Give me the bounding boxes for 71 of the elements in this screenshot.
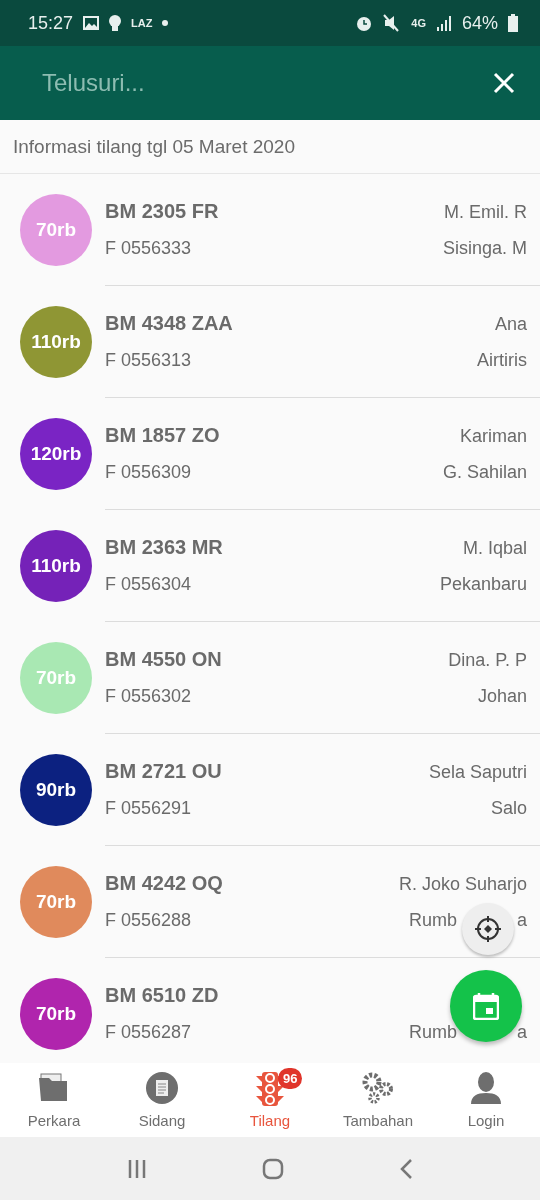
- nav-tab[interactable]: Tambahan: [324, 1063, 432, 1137]
- bulb-icon: [109, 14, 122, 32]
- clock: 15:27: [28, 12, 74, 34]
- ticket-number: F 0556302: [105, 686, 192, 707]
- close-button[interactable]: [480, 46, 540, 120]
- document-icon: [146, 1071, 178, 1104]
- traffic-light-icon: [256, 1071, 284, 1106]
- location-text: Rumb: [408, 1022, 457, 1043]
- fine-amount-badge: 110rb: [20, 530, 92, 602]
- ticket-number: F 0556333: [105, 238, 192, 259]
- ticket-number: F 0556287: [105, 1022, 192, 1043]
- person-icon: [471, 1071, 501, 1104]
- offender-name: Dina. P. P: [448, 650, 527, 671]
- ticket-number: F 0556304: [105, 574, 192, 595]
- plate-number[interactable]: BM 4242 OQ: [105, 872, 223, 895]
- search-field[interactable]: Telusuri...: [0, 46, 480, 120]
- back-icon[interactable]: [398, 1157, 413, 1180]
- close-icon: [492, 71, 516, 95]
- ticket-number: F 0556309: [105, 462, 192, 483]
- calendar-icon: [473, 992, 499, 1020]
- plate-number[interactable]: BM 1857 ZO: [105, 424, 220, 447]
- ticket-number: F 0556291: [105, 798, 192, 819]
- crosshair-icon: [473, 914, 503, 944]
- location-text: a: [517, 1022, 527, 1043]
- offender-name: M. Iqbal: [462, 538, 527, 559]
- battery-icon: [508, 14, 518, 32]
- nav-tab[interactable]: Login: [432, 1063, 540, 1137]
- home-icon[interactable]: [262, 1157, 284, 1180]
- location-text: Airtiris: [477, 350, 527, 371]
- mute-icon: [383, 14, 402, 32]
- plate-number[interactable]: BM 2721 OU: [105, 760, 222, 783]
- nav-tab[interactable]: 96 Tilang: [216, 1063, 324, 1137]
- network-label: 4G: [411, 17, 426, 29]
- nav-tab[interactable]: Sidang: [108, 1063, 216, 1137]
- alarm-icon: [355, 14, 374, 32]
- fine-amount-badge: 70rb: [20, 642, 92, 714]
- recent-apps-icon[interactable]: [127, 1158, 148, 1179]
- dot-icon: [162, 20, 169, 26]
- plate-number[interactable]: BM 4550 ON: [105, 648, 222, 671]
- date-heading: Informasi tilang tgl 05 Maret 2020: [13, 135, 295, 158]
- location-text: Salo: [490, 798, 527, 819]
- fine-amount-badge: 70rb: [20, 194, 92, 266]
- offender-name: M. Emil. R: [444, 202, 527, 223]
- location-text: Pekanbaru: [439, 574, 527, 595]
- ticket-number: F 0556313: [105, 350, 192, 371]
- offender-name: R. Joko Suharjo: [398, 874, 527, 895]
- gears-icon: [361, 1071, 395, 1104]
- fine-amount-badge: 70rb: [20, 866, 92, 938]
- plate-number[interactable]: BM 2363 MR: [105, 536, 223, 559]
- offender-name: Sela Saputri: [428, 762, 527, 783]
- fine-amount-badge: 70rb: [20, 978, 92, 1050]
- fine-amount-badge: 90rb: [20, 754, 92, 826]
- location-text: Rumb: [408, 910, 457, 931]
- nav-tab[interactable]: Perkara: [0, 1063, 108, 1137]
- location-text: a: [517, 910, 527, 931]
- offender-name: Kariman: [459, 426, 527, 447]
- fine-amount-badge: 120rb: [20, 418, 92, 490]
- plate-number[interactable]: BM 2305 FR: [105, 200, 219, 223]
- plate-number[interactable]: BM 4348 ZAA: [105, 312, 233, 335]
- location-text: G. Sahilan: [442, 462, 527, 483]
- location-text: Johan: [477, 686, 527, 707]
- location-text: Sisinga. M: [442, 238, 527, 259]
- battery-percent: 64%: [461, 12, 498, 34]
- image-icon: [83, 16, 100, 30]
- fine-amount-badge: 110rb: [20, 306, 92, 378]
- signal-icon: [435, 15, 452, 31]
- carrier-label: LAZ: [131, 17, 153, 29]
- offender-name: Ana: [494, 314, 527, 335]
- plate-number[interactable]: BM 6510 ZD: [105, 984, 219, 1007]
- count-badge: 96: [278, 1067, 303, 1089]
- ticket-number: F 0556288: [105, 910, 192, 931]
